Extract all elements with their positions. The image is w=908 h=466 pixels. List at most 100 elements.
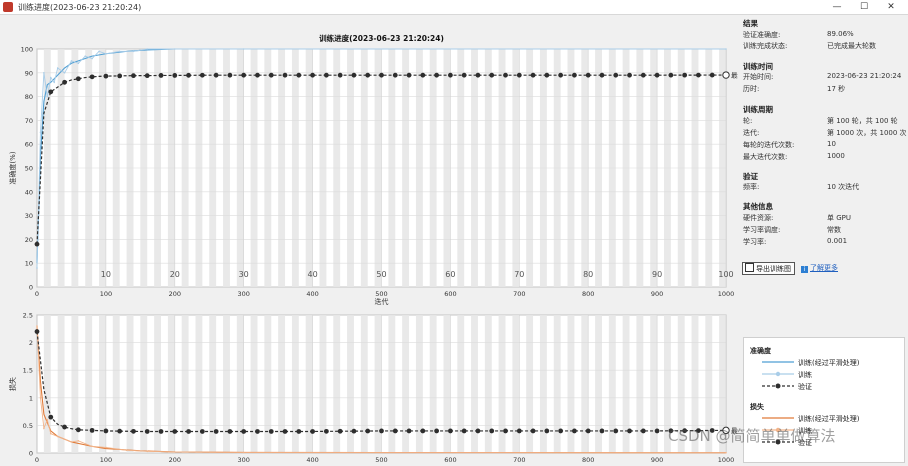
- acc-epoch-label: 90: [652, 270, 662, 279]
- acc-xtick-label: 400: [306, 290, 318, 298]
- acc-val-marker: [365, 72, 371, 78]
- acc-final-label: 最终: [731, 71, 738, 80]
- loss-xtick-label: 300: [237, 456, 249, 464]
- hardware-label: 硬件资源:: [743, 214, 774, 222]
- acc-ylabel: 准确度(%): [8, 151, 17, 184]
- elapsed-value: 17 秒: [827, 85, 846, 93]
- acc-xtick-label: 800: [582, 290, 594, 298]
- loss-val-marker: [186, 429, 191, 434]
- acc-val-marker: [640, 72, 646, 78]
- loss-ytick-label: 0.5: [23, 422, 33, 430]
- loss-xtick-label: 800: [582, 456, 594, 464]
- export-plot-button[interactable]: 导出训练图: [742, 262, 795, 275]
- acc-val-marker: [475, 72, 481, 78]
- acc-val-marker: [530, 72, 536, 78]
- loss-val-marker: [448, 428, 453, 434]
- legend-acc-val: 验证: [798, 383, 812, 391]
- learn-more-label: 了解更多: [810, 264, 838, 272]
- acc-val-marker: [255, 72, 260, 78]
- loss-val-marker: [158, 429, 164, 434]
- acc-ytick-label: 0: [29, 284, 33, 292]
- loss-val-marker: [640, 428, 646, 434]
- minimize-button[interactable]: —: [823, 1, 851, 13]
- acc-epoch-label: 50: [376, 270, 386, 279]
- results-heading: 结果: [743, 19, 758, 28]
- acc-val-marker: [668, 72, 674, 78]
- acc-val-marker: [227, 72, 233, 78]
- loss-ytick-label: 0: [29, 450, 33, 458]
- loss-train-point: [725, 451, 727, 454]
- acc-ytick-label: 20: [25, 236, 33, 244]
- acc-val-marker: [323, 72, 329, 78]
- acc-val-marker: [241, 72, 247, 78]
- loss-train-point: [36, 325, 38, 327]
- iteration-label: 迭代:: [743, 129, 760, 137]
- loss-val-marker: [282, 429, 288, 434]
- loss-epoch-band: [43, 315, 51, 453]
- close-button[interactable]: ✕: [877, 1, 905, 13]
- loss-xtick-label: 900: [651, 456, 663, 464]
- loss-val-marker: [530, 428, 536, 434]
- legend-acc-val-swatch: [762, 383, 794, 389]
- loss-val-marker: [406, 428, 412, 434]
- maximize-button[interactable]: ☐: [850, 1, 878, 13]
- acc-val-marker: [351, 72, 357, 78]
- loss-xtick-label: 600: [444, 456, 456, 464]
- loss-val-marker: [544, 428, 550, 434]
- acc-val-marker: [627, 72, 632, 78]
- loss-ytick-label: 1: [29, 394, 33, 402]
- acc-val-marker: [337, 72, 343, 78]
- lr-schedule-label: 学习率调度:: [743, 226, 781, 234]
- loss-val-marker: [34, 329, 40, 334]
- loss-val-marker: [75, 427, 81, 433]
- loss-val-marker: [365, 428, 371, 434]
- loss-val-marker: [379, 428, 384, 434]
- training-plots: 01020304050607080901000 100 200 300 400 500 60…: [8, 33, 745, 466]
- status-value: 已完成最大轮数: [827, 42, 876, 50]
- acc-train-point: [36, 267, 38, 269]
- loss-val-marker: [213, 429, 219, 434]
- loss-train-point: [56, 435, 59, 438]
- loss-ylabel: 损失: [8, 377, 17, 391]
- acc-val-marker: [558, 72, 564, 78]
- acc-train-point: [91, 57, 93, 60]
- loss-val-marker: [351, 428, 357, 434]
- loss-val-marker: [241, 429, 247, 434]
- acc-train-point: [77, 62, 80, 65]
- epoch-label: 轮:: [743, 117, 753, 125]
- watermark: CSDN @简简单单做算法: [668, 427, 836, 445]
- acc-xtick-label: 200: [169, 290, 181, 298]
- loss-val-marker: [337, 428, 343, 434]
- acc-val-marker: [268, 72, 274, 78]
- legend-loss-smooth: 训练(经过平滑处理): [798, 415, 860, 423]
- acc-train-point: [118, 50, 121, 53]
- loss-train-point: [105, 446, 107, 449]
- acc-val-marker: [516, 72, 522, 78]
- acc-xtick-label: 300: [237, 290, 249, 298]
- loss-val-marker: [89, 427, 95, 433]
- acc-val-marker: [186, 72, 191, 78]
- acc-train-point: [242, 48, 245, 50]
- acc-train-point: [39, 131, 42, 134]
- loss-val-marker: [489, 428, 495, 434]
- learn-more-link[interactable]: i 了解更多: [801, 263, 838, 273]
- acc-val-marker: [131, 73, 136, 79]
- loss-val-marker: [131, 428, 136, 434]
- acc-epoch-label: 80: [583, 270, 593, 279]
- acc-val-marker: [448, 72, 453, 78]
- acc-val-marker: [544, 72, 550, 78]
- acc-val-marker: [89, 74, 95, 80]
- loss-val-marker: [227, 429, 233, 434]
- loss-epoch-band: [57, 315, 65, 453]
- acc-val-marker: [144, 73, 150, 79]
- acc-val-marker: [599, 72, 605, 78]
- loss-val-marker: [392, 428, 398, 434]
- other-info-heading: 其他信息: [743, 202, 773, 211]
- loss-val-marker: [461, 428, 467, 434]
- acc-val-marker: [296, 72, 302, 78]
- acc-val-marker: [503, 72, 508, 78]
- loss-val-marker: [48, 414, 54, 420]
- acc-val-marker: [406, 72, 412, 78]
- acc-val-marker: [420, 72, 426, 78]
- legend-acc-train: 训练: [798, 371, 812, 379]
